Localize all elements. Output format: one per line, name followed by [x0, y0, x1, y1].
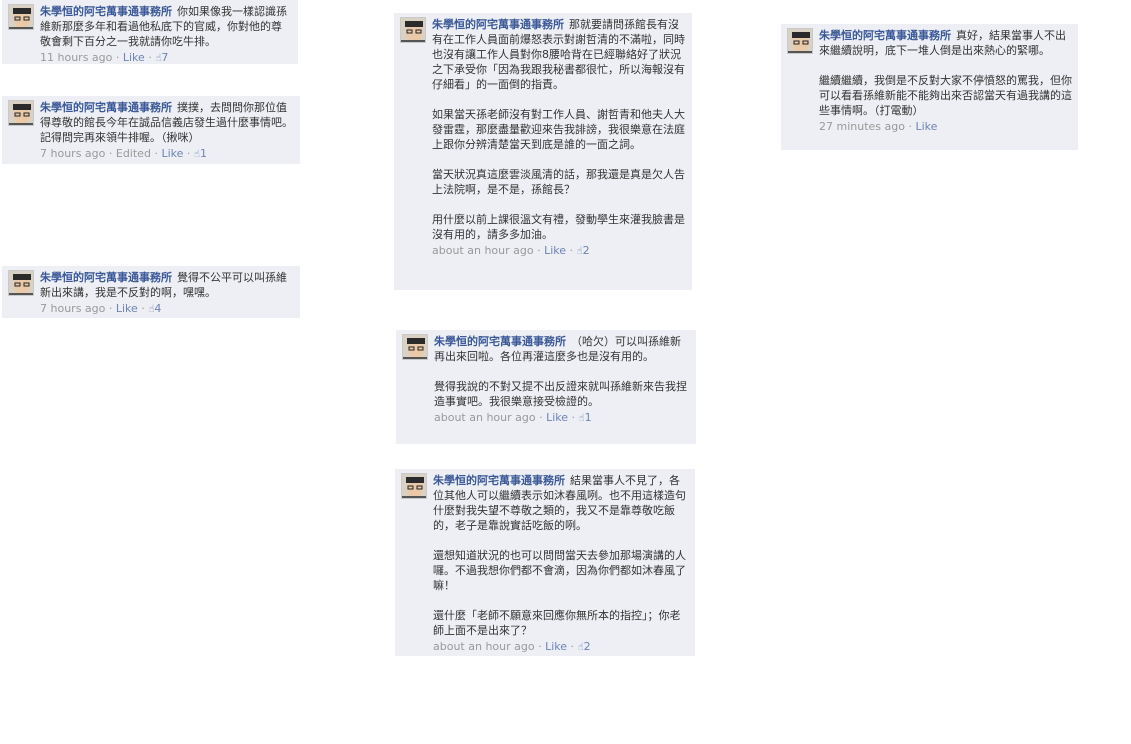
comment-text: 真好，結果當事人不出來繼續說明，底下一堆人倒是出來熱心的緊哪。 繼續繼續，我倒是… — [819, 29, 1072, 117]
comment-card: 朱學恒的阿宅萬事通事務所 （哈欠）可以叫孫維新再出來回啦。各位再灌這麼多也是沒有用… — [396, 330, 696, 444]
comment-author[interactable]: 朱學恒的阿宅萬事通事務所 — [40, 5, 172, 18]
avatar[interactable] — [8, 100, 34, 126]
separator: · — [108, 147, 113, 160]
separator: · — [154, 147, 158, 160]
comment-meta: about an hour ago · Like · ☝2 — [432, 243, 686, 259]
edited-label[interactable]: Edited — [116, 147, 151, 160]
like-count[interactable]: 2 — [584, 640, 591, 653]
comment-card: 朱學恒的阿宅萬事通事務所 那就要請問孫館長有沒有在工作人員面前爆怒表示對謝哲清的不… — [394, 13, 692, 290]
separator: · — [571, 411, 576, 424]
comment-time[interactable]: 11 hours ago — [40, 51, 112, 64]
comment-card: 朱學恒的阿宅萬事通事務所 撲撲，去問問你那位值得尊敬的館長今年在誠品信義店發生過什… — [2, 96, 300, 164]
separator: · — [537, 244, 541, 257]
comment-time[interactable]: about an hour ago — [434, 411, 536, 424]
avatar[interactable] — [787, 28, 813, 54]
separator: · — [186, 147, 191, 160]
comment-body: 朱學恒的阿宅萬事通事務所 撲撲，去問問你那位值得尊敬的館長今年在誠品信義店發生過什… — [40, 100, 294, 145]
like-count[interactable]: 7 — [161, 51, 168, 64]
like-button[interactable]: Like — [123, 51, 145, 64]
avatar[interactable] — [400, 17, 426, 43]
separator: · — [569, 244, 574, 257]
comment-body: 朱學恒的阿宅萬事通事務所 真好，結果當事人不出來繼續說明，底下一堆人倒是出來熱心的… — [819, 28, 1072, 118]
comment-time[interactable]: 7 hours ago — [40, 302, 105, 315]
like-count[interactable]: 1 — [200, 147, 207, 160]
like-button[interactable]: Like — [915, 120, 937, 133]
comment-author[interactable]: 朱學恒的阿宅萬事通事務所 — [40, 271, 172, 284]
comment-text: 那就要請問孫館長有沒有在工作人員面前爆怒表示對謝哲清的不滿啦，同時也沒有讓工作人… — [432, 18, 685, 241]
comment-card: 朱學恒的阿宅萬事通事務所 真好，結果當事人不出來繼續說明，底下一堆人倒是出來熱心的… — [781, 24, 1078, 150]
like-button[interactable]: Like — [161, 147, 183, 160]
separator: · — [570, 640, 575, 653]
comment-body: 朱學恒的阿宅萬事通事務所 你如果像我一樣認識孫維新那麼多年和看過他私底下的官威，你… — [40, 4, 292, 49]
like-count[interactable]: 4 — [154, 302, 161, 315]
comment-body: 朱學恒的阿宅萬事通事務所 結果當事人不見了，各位其他人可以繼續表示如沐春風咧。也不… — [433, 473, 689, 638]
separator: · — [538, 640, 542, 653]
comment-time[interactable]: about an hour ago — [433, 640, 535, 653]
avatar[interactable] — [8, 4, 34, 30]
like-count[interactable]: 2 — [583, 244, 590, 257]
comment-time[interactable]: 27 minutes ago — [819, 120, 905, 133]
comment-author[interactable]: 朱學恒的阿宅萬事通事務所 — [434, 335, 566, 348]
comment-author[interactable]: 朱學恒的阿宅萬事通事務所 — [819, 29, 951, 42]
comment-meta: about an hour ago · Like · ☝2 — [433, 639, 689, 655]
comment-meta: 27 minutes ago · Like — [819, 119, 1072, 134]
avatar[interactable] — [401, 473, 427, 499]
comment-card: 朱學恒的阿宅萬事通事務所 結果當事人不見了，各位其他人可以繼續表示如沐春風咧。也不… — [395, 469, 695, 656]
like-button[interactable]: Like — [546, 411, 568, 424]
like-count[interactable]: 1 — [585, 411, 592, 424]
separator: · — [141, 302, 145, 315]
separator: · — [108, 302, 113, 315]
comment-author[interactable]: 朱學恒的阿宅萬事通事務所 — [432, 18, 564, 31]
comment-meta: 7 hours ago · Like · ☝4 — [40, 301, 294, 317]
comment-meta: about an hour ago · Like · ☝1 — [434, 410, 690, 426]
like-button[interactable]: Like — [545, 640, 567, 653]
comment-body: 朱學恒的阿宅萬事通事務所 覺得不公平可以叫孫維新出來講，我是不反對的啊，嘿嘿。 — [40, 270, 294, 300]
separator: · — [115, 51, 120, 64]
like-button[interactable]: Like — [544, 244, 566, 257]
comment-meta: 11 hours ago · Like · ☝7 — [40, 50, 292, 66]
comment-card: 朱學恒的阿宅萬事通事務所 你如果像我一樣認識孫維新那麼多年和看過他私底下的官威，你… — [2, 0, 298, 64]
separator: · — [908, 120, 912, 133]
comment-author[interactable]: 朱學恒的阿宅萬事通事務所 — [433, 474, 565, 487]
comment-time[interactable]: 7 hours ago — [40, 147, 105, 160]
comment-meta: 7 hours ago · Edited · Like · ☝1 — [40, 146, 294, 162]
comment-author[interactable]: 朱學恒的阿宅萬事通事務所 — [40, 101, 172, 114]
comment-card: 朱學恒的阿宅萬事通事務所 覺得不公平可以叫孫維新出來講，我是不反對的啊，嘿嘿。 7… — [2, 266, 300, 318]
comment-time[interactable]: about an hour ago — [432, 244, 534, 257]
separator: · — [148, 51, 152, 64]
comment-text: 結果當事人不見了，各位其他人可以繼續表示如沐春風咧。也不用這樣造句什麼對我失望不… — [433, 474, 686, 637]
avatar[interactable] — [8, 270, 34, 296]
avatar[interactable] — [402, 334, 428, 360]
comment-body: 朱學恒的阿宅萬事通事務所 （哈欠）可以叫孫維新再出來回啦。各位再灌這麼多也是沒有用… — [434, 334, 690, 409]
separator: · — [539, 411, 543, 424]
like-button[interactable]: Like — [116, 302, 138, 315]
comment-body: 朱學恒的阿宅萬事通事務所 那就要請問孫館長有沒有在工作人員面前爆怒表示對謝哲清的不… — [432, 17, 686, 242]
